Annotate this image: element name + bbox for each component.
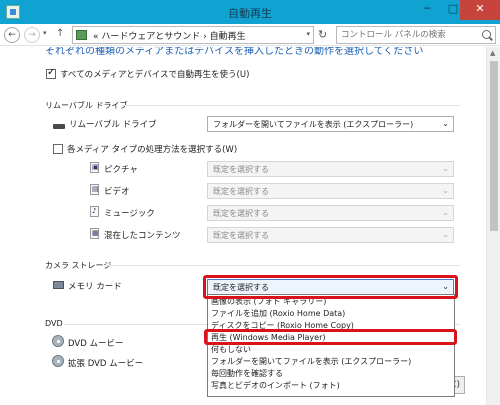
enhanced-dvd-movie-label: 拡張 DVD ムービー bbox=[68, 359, 144, 369]
address-dropdown-icon[interactable]: ▾ bbox=[306, 30, 310, 38]
option-add-files[interactable]: ファイルを追加 (Roxio Home Data) bbox=[210, 308, 454, 320]
picture-icon bbox=[90, 162, 99, 173]
per-media-type-label[interactable]: 各メディア タイプの処理方法を選択する(W) bbox=[67, 143, 237, 155]
section-divider bbox=[122, 105, 460, 106]
search-input[interactable] bbox=[341, 29, 477, 41]
refresh-icon[interactable]: ↻ bbox=[318, 28, 327, 41]
dvd-movie-label: DVD ムービー bbox=[68, 339, 124, 349]
dvd-icon bbox=[52, 355, 64, 367]
scrollbar-thumb[interactable] bbox=[490, 61, 498, 231]
close-button[interactable]: ✕ bbox=[460, 0, 500, 20]
option-view-pictures[interactable]: 画像の表示 (フォト ギャラリー) bbox=[210, 296, 454, 308]
address-bar[interactable]: « ハードウェアとサウンド › 自動再生 ▾ bbox=[72, 26, 314, 44]
mixed-content-icon bbox=[90, 228, 99, 239]
video-select[interactable]: 既定を選択する ⌄ bbox=[207, 183, 454, 199]
chevron-down-icon: ⌄ bbox=[442, 186, 449, 195]
music-icon bbox=[90, 206, 99, 217]
back-button[interactable]: ← bbox=[4, 27, 20, 43]
picture-select[interactable]: 既定を選択する ⌄ bbox=[207, 161, 454, 177]
chevron-down-icon: ⌄ bbox=[442, 230, 449, 239]
mixed-content-label: 混在したコンテンツ bbox=[104, 231, 181, 241]
chevron-down-icon: ⌄ bbox=[442, 164, 449, 173]
dvd-icon bbox=[52, 335, 64, 347]
recent-locations-chevron-icon[interactable]: ▾ bbox=[43, 29, 47, 37]
music-select[interactable]: 既定を選択する ⌄ bbox=[207, 205, 454, 221]
option-play-media-player[interactable]: 再生 (Windows Media Player) bbox=[210, 332, 454, 344]
memory-card-icon bbox=[53, 281, 64, 289]
video-icon bbox=[90, 184, 99, 195]
breadcrumb: « ハードウェアとサウンド › 自動再生 bbox=[93, 29, 246, 42]
chevron-down-icon: ⌄ bbox=[442, 282, 449, 291]
navigation-bar: ← → ▾ ↑ « ハードウェアとサウンド › 自動再生 ▾ ↻ bbox=[0, 24, 500, 46]
scroll-up-arrow-icon[interactable]: ▲ bbox=[490, 49, 495, 57]
removable-drive-icon bbox=[53, 124, 65, 129]
chevron-down-icon: ⌄ bbox=[442, 208, 449, 217]
control-panel-icon bbox=[76, 30, 87, 40]
music-label: ミュージック bbox=[104, 209, 155, 219]
breadcrumb-separator[interactable]: › bbox=[203, 32, 207, 42]
option-copy-disc[interactable]: ディスクをコピー (Roxio Home Copy) bbox=[210, 320, 454, 332]
chevron-down-icon: ⌄ bbox=[442, 119, 449, 128]
video-label: ビデオ bbox=[104, 187, 130, 197]
dvd-section-title: DVD bbox=[45, 319, 63, 328]
search-icon[interactable] bbox=[482, 30, 491, 39]
memory-card-select[interactable]: 既定を選択する ⌄ bbox=[207, 279, 454, 295]
removable-drive-select[interactable]: フォルダーを開いてファイルを表示 (エクスプローラー) ⌄ bbox=[207, 116, 454, 132]
breadcrumb-item-hardware-sound[interactable]: ハードウェアとサウンド bbox=[101, 32, 200, 42]
search-box[interactable] bbox=[336, 26, 496, 44]
per-media-type-checkbox[interactable] bbox=[53, 144, 63, 154]
forward-button[interactable]: → bbox=[24, 27, 40, 43]
autoplay-settings-panel: それぞれの種類のメディアまたはデバイスを挿入したときの動作を選択してください す… bbox=[0, 47, 486, 405]
use-autoplay-label[interactable]: すべてのメディアとデバイスで自動再生を使う(U) bbox=[60, 68, 249, 80]
breadcrumb-overflow[interactable]: « bbox=[93, 32, 99, 42]
use-autoplay-checkbox[interactable] bbox=[46, 67, 56, 79]
title-bar: 自動再生 ─ □ ✕ bbox=[0, 0, 500, 24]
memory-card-label: メモリ カード bbox=[68, 282, 122, 292]
option-import-photos-videos[interactable]: 写真とビデオのインポート (フォト) bbox=[210, 380, 454, 392]
removable-drive-label: リムーバブル ドライブ bbox=[69, 120, 157, 130]
option-take-no-action[interactable]: 何もしない bbox=[210, 344, 454, 356]
memory-card-options-list: 画像の表示 (フォト ギャラリー) ファイルを追加 (Roxio Home Da… bbox=[207, 294, 455, 397]
intro-text: それぞれの種類のメディアまたはデバイスを挿入したときの動作を選択してください bbox=[45, 47, 424, 57]
breadcrumb-item-autoplay[interactable]: 自動再生 bbox=[210, 32, 246, 42]
removable-drive-section-title: リムーバブル ドライブ bbox=[45, 101, 128, 110]
picture-label: ピクチャ bbox=[104, 165, 138, 175]
section-divider bbox=[102, 265, 460, 266]
vertical-scrollbar[interactable]: ▲ bbox=[486, 47, 500, 405]
up-button[interactable]: ↑ bbox=[56, 28, 64, 39]
option-ask-every-time[interactable]: 毎回動作を確認する bbox=[210, 368, 454, 380]
minimize-button[interactable]: ─ bbox=[414, 0, 440, 20]
option-open-folder[interactable]: フォルダーを開いてファイルを表示 (エクスプローラー) bbox=[210, 356, 454, 368]
mixed-content-select[interactable]: 既定を選択する ⌄ bbox=[207, 227, 454, 243]
